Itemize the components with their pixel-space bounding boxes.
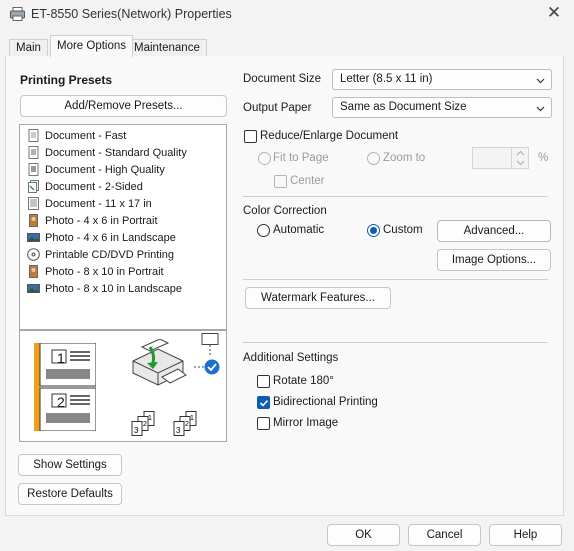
photo-landscape-icon [27, 233, 40, 242]
presets-list: Document - Fast Document - Standard Qual… [19, 124, 227, 330]
fit-to-page-label: Fit to Page [273, 152, 329, 164]
window-title: ET-8550 Series(Network) Properties [31, 7, 232, 21]
output-paper-label: Output Paper [243, 102, 312, 114]
document-11x17-icon [28, 197, 39, 210]
help-button[interactable]: Help [489, 524, 562, 546]
bidirectional-printing-checkbox[interactable] [257, 396, 270, 409]
preset-label: Photo - 8 x 10 in Portrait [45, 265, 164, 278]
document-size-value: Letter (8.5 x 11 in) [340, 73, 433, 85]
cancel-button[interactable]: Cancel [408, 524, 481, 546]
preset-item-document-high[interactable]: Document - High Quality [27, 161, 165, 178]
printer-illustration-icon [132, 339, 187, 386]
tab-maintenance[interactable]: Maintenance [127, 39, 207, 56]
chevron-up-icon [516, 150, 525, 156]
preset-item-document-fast[interactable]: Document - Fast [27, 127, 126, 144]
duplex-pages-preview [34, 343, 96, 431]
mirror-image-checkbox[interactable] [257, 417, 270, 430]
ok-button[interactable]: OK [327, 524, 400, 546]
custom-label: Custom [383, 224, 423, 236]
document-standard-icon [28, 146, 39, 159]
checkmark-icon [259, 399, 269, 407]
rotate-180-label: Rotate 180° [273, 375, 334, 387]
advanced-button[interactable]: Advanced... [437, 220, 551, 242]
fit-to-page-radio[interactable] [258, 152, 271, 165]
preset-label: Document - High Quality [45, 163, 165, 176]
cd-dvd-icon [27, 248, 40, 261]
svg-text:3: 3 [134, 426, 139, 435]
output-paper-value: Same as Document Size [340, 101, 467, 113]
document-size-select[interactable]: Letter (8.5 x 11 in) [332, 69, 552, 90]
tab-more-options[interactable]: More Options [50, 35, 134, 57]
tab-main[interactable]: Main [9, 39, 48, 56]
preset-label: Document - Standard Quality [45, 146, 187, 159]
automatic-label: Automatic [273, 224, 325, 236]
watermark-features-button[interactable]: Watermark Features... [245, 287, 391, 309]
dialog-footer [0, 516, 574, 551]
preset-label: Photo - 4 x 6 in Landscape [45, 231, 176, 244]
center-checkbox[interactable] [274, 175, 287, 188]
show-settings-button[interactable]: Show Settings [18, 454, 122, 476]
percent-sign: % [538, 152, 549, 164]
image-options-button[interactable]: Image Options... [437, 249, 551, 271]
photo-portrait-icon [29, 265, 38, 278]
preset-item-document-2sided[interactable]: Document - 2-Sided [27, 178, 143, 195]
bidirectional-printing-label: Bidirectional Printing [273, 396, 378, 408]
automatic-radio[interactable] [257, 224, 270, 237]
preset-label: Photo - 4 x 6 in Portrait [45, 214, 158, 227]
chevron-down-icon [536, 78, 545, 84]
photo-landscape-icon [27, 284, 40, 293]
document-2sided-icon [28, 180, 39, 193]
section-divider [243, 196, 548, 197]
center-label: Center [290, 175, 325, 187]
zoom-to-radio[interactable] [367, 152, 380, 165]
close-icon[interactable]: ✕ [545, 3, 563, 23]
rotate-180-checkbox[interactable] [257, 375, 270, 388]
color-correction-heading: Color Correction [243, 205, 327, 217]
chevron-down-icon [516, 160, 525, 166]
preset-label: Photo - 8 x 10 in Landscape [45, 282, 182, 295]
preset-item-photo-8x10-portrait[interactable]: Photo - 8 x 10 in Portrait [27, 263, 164, 280]
svg-text:1: 1 [190, 415, 194, 422]
preview-page-number-1: 1 [57, 350, 65, 366]
collate-stack-icon: 3 2 1 [173, 411, 197, 436]
document-high-icon [28, 163, 39, 176]
collate-stack-icon: 3 2 1 [131, 411, 155, 436]
network-check-icon [194, 333, 220, 375]
preset-item-cd-dvd[interactable]: Printable CD/DVD Printing [27, 246, 174, 263]
preset-item-photo-4x6-landscape[interactable]: Photo - 4 x 6 in Landscape [27, 229, 176, 246]
svg-text:1: 1 [148, 415, 152, 422]
custom-radio[interactable] [367, 224, 380, 237]
svg-text:3: 3 [176, 426, 181, 435]
settings-preview: 1 2 3 2 1 3 2 1 [19, 330, 227, 442]
mirror-image-label: Mirror Image [273, 417, 339, 429]
presets-heading: Printing Presets [20, 73, 113, 87]
svg-text:2: 2 [143, 421, 147, 428]
document-size-label: Document Size [243, 73, 321, 85]
reduce-enlarge-label: Reduce/Enlarge Document [260, 130, 399, 142]
printer-app-icon [10, 7, 25, 21]
reduce-enlarge-checkbox[interactable] [244, 130, 257, 143]
document-fast-icon [28, 129, 39, 142]
zoom-stepper[interactable] [511, 147, 529, 169]
preview-page-number-2: 2 [57, 394, 65, 410]
additional-settings-heading: Additional Settings [243, 352, 339, 364]
zoom-to-label: Zoom to [383, 152, 426, 164]
preset-label: Document - 2-Sided [45, 180, 143, 193]
preset-item-photo-8x10-landscape[interactable]: Photo - 8 x 10 in Landscape [27, 280, 182, 297]
add-remove-presets-button[interactable]: Add/Remove Presets... [20, 95, 227, 117]
section-divider [243, 342, 548, 343]
svg-text:2: 2 [185, 421, 189, 428]
preset-label: Document - Fast [45, 129, 127, 142]
preset-item-document-standard[interactable]: Document - Standard Quality [27, 144, 187, 161]
preset-label: Printable CD/DVD Printing [45, 248, 174, 261]
preset-item-document-11x17[interactable]: Document - 11 x 17 in [27, 195, 152, 212]
restore-defaults-button[interactable]: Restore Defaults [18, 483, 122, 505]
output-paper-select[interactable]: Same as Document Size [332, 97, 552, 118]
preset-label: Document - 11 x 17 in [45, 197, 152, 210]
chevron-down-icon [536, 106, 545, 112]
preset-item-photo-4x6-portrait[interactable]: Photo - 4 x 6 in Portrait [27, 212, 158, 229]
photo-portrait-icon [29, 214, 38, 227]
section-divider [243, 279, 548, 280]
